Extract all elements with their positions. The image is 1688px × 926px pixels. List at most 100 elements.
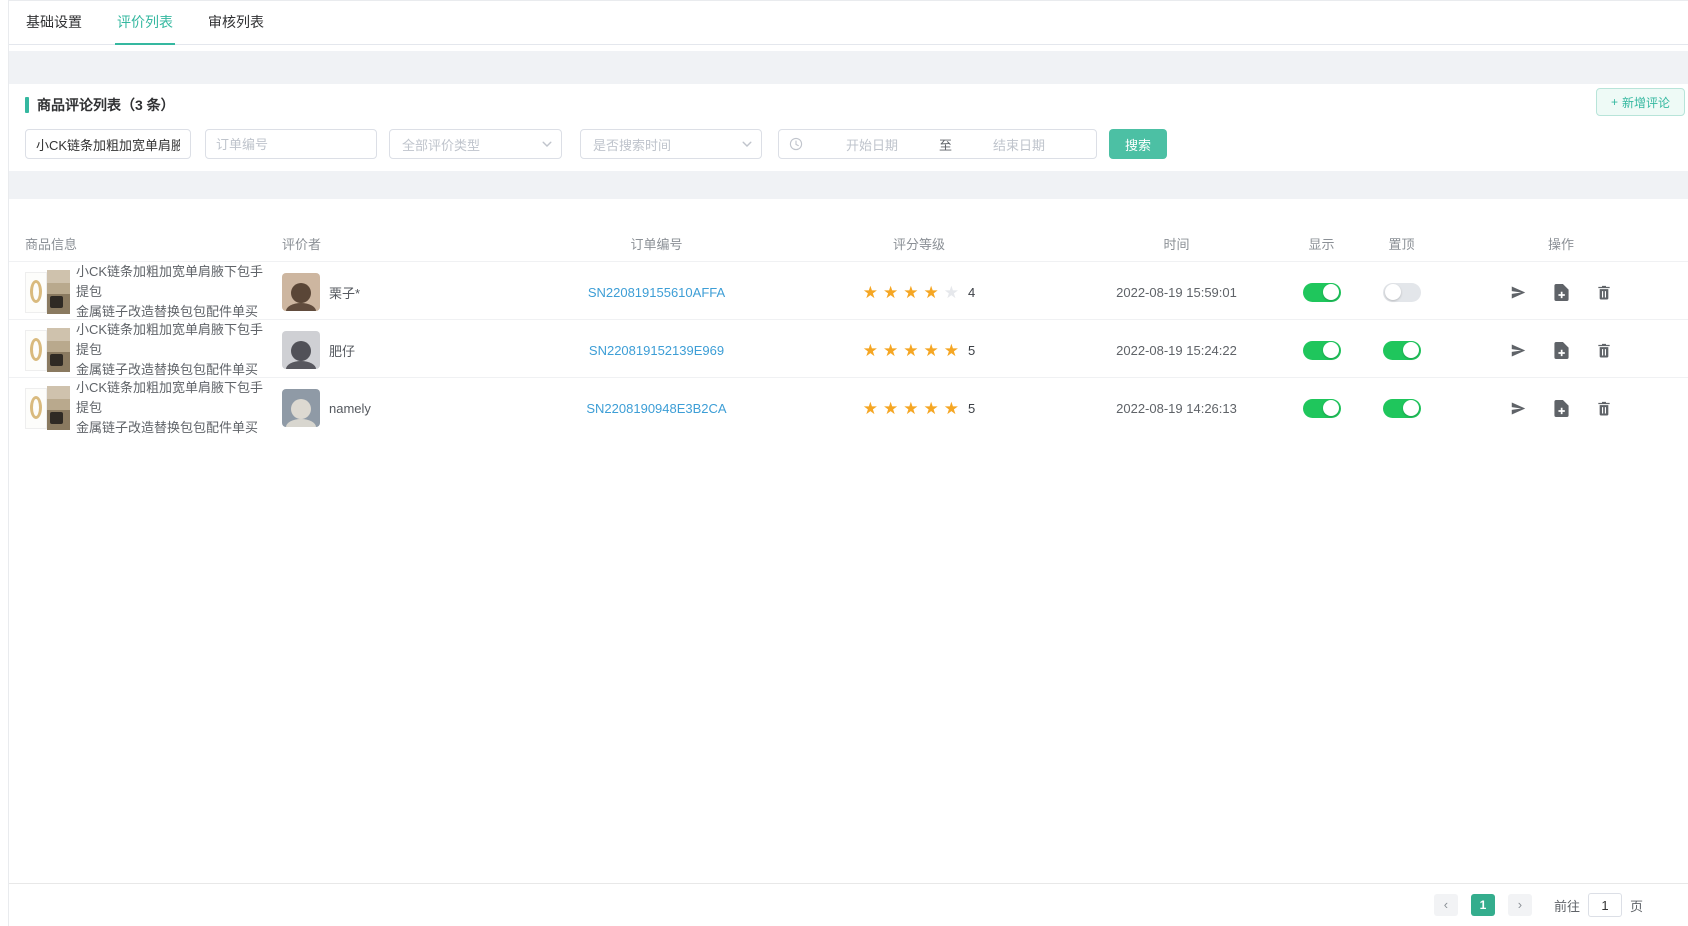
star-icon: ★: [883, 400, 898, 417]
paper-plane-icon: [1510, 400, 1527, 417]
pin-toggle[interactable]: [1383, 283, 1421, 302]
reviewer-name: 肥仔: [329, 341, 355, 360]
review-table: 商品信息 评价者 订单编号 评分等级 时间 显示 置顶 操作 小CK链条加粗加宽…: [9, 199, 1688, 883]
row-actions: [1510, 284, 1612, 301]
time-search-select[interactable]: 是否搜索时间: [580, 129, 762, 159]
show-toggle[interactable]: [1303, 341, 1341, 360]
review-type-select[interactable]: 全部评价类型: [389, 129, 562, 159]
table-header-row: 商品信息 评价者 订单编号 评分等级 时间 显示 置顶 操作: [9, 225, 1688, 261]
plus-icon: +: [1611, 95, 1618, 109]
tab-basic-settings[interactable]: 基础设置: [24, 12, 84, 44]
goto-page: 前往 页: [1554, 893, 1643, 917]
product-keyword-input[interactable]: [25, 129, 191, 159]
toggle-knob: [1403, 400, 1419, 416]
order-link[interactable]: SN220819152139E969: [589, 343, 724, 358]
rating-value: 4: [968, 285, 975, 300]
send-button[interactable]: [1510, 400, 1527, 417]
header-time: 时间: [1079, 234, 1274, 253]
order-no-input[interactable]: [205, 129, 377, 159]
prev-page-button[interactable]: ‹: [1434, 894, 1458, 916]
background-band: [9, 171, 1688, 199]
pin-toggle[interactable]: [1383, 341, 1421, 360]
product-image-chain: [25, 330, 47, 371]
show-toggle[interactable]: [1303, 283, 1341, 302]
pagination-bar: ‹ 1 › 前往 页: [9, 884, 1688, 926]
tab-review-list[interactable]: 评价列表: [115, 12, 175, 44]
star-rating: ★★★★★: [863, 400, 959, 417]
table-row: 小CK链条加粗加宽单肩腋下包手提包金属链子改造替换包包配件单买 namely S…: [9, 377, 1688, 435]
chevron-down-icon: [541, 138, 553, 150]
chevron-down-icon: [741, 138, 753, 150]
filter-row: 全部评价类型 是否搜索时间 开始日期 至 结束日期 搜索: [25, 129, 1672, 159]
date-range-input[interactable]: 开始日期 至 结束日期: [778, 129, 1097, 159]
reviewer-name: namely: [329, 401, 371, 416]
page-number-button[interactable]: 1: [1471, 894, 1495, 916]
avatar: [282, 331, 320, 369]
send-button[interactable]: [1510, 342, 1527, 359]
star-icon: ★: [903, 342, 918, 359]
reviewer-name: 栗子*: [329, 283, 360, 302]
show-toggle[interactable]: [1303, 399, 1341, 418]
tab-audit-list[interactable]: 审核列表: [206, 12, 266, 44]
toggle-knob: [1323, 284, 1339, 300]
star-icon: ★: [944, 284, 959, 301]
trash-icon: [1596, 284, 1612, 301]
order-link[interactable]: SN2208190948E3B2CA: [586, 401, 726, 416]
time-text: 2022-08-19 14:26:13: [1116, 401, 1237, 416]
row-actions: [1510, 342, 1612, 359]
rating-value: 5: [968, 343, 975, 358]
trash-icon: [1596, 400, 1612, 417]
add-file-button[interactable]: [1554, 284, 1569, 301]
search-button[interactable]: 搜索: [1109, 129, 1167, 159]
file-plus-icon: [1554, 400, 1569, 417]
panel-title: 商品评论列表（3 条）: [37, 95, 175, 115]
table-row: 小CK链条加粗加宽单肩腋下包手提包金属链子改造替换包包配件单买 栗子* SN22…: [9, 261, 1688, 319]
star-rating: ★★★★★: [863, 284, 959, 301]
goto-page-input[interactable]: [1588, 893, 1622, 917]
trash-icon: [1596, 342, 1612, 359]
pin-toggle[interactable]: [1383, 399, 1421, 418]
tab-bar: 基础设置 评价列表 审核列表: [9, 1, 1688, 45]
product-image-chain: [25, 388, 47, 429]
send-button[interactable]: [1510, 284, 1527, 301]
clock-icon: [789, 137, 803, 151]
time-search-value: 是否搜索时间: [593, 135, 671, 154]
comment-list-panel: 商品评论列表（3 条） + 新增评论 全部评价类型 是否搜索时间: [9, 84, 1688, 171]
add-file-button[interactable]: [1554, 342, 1569, 359]
header-reviewer: 评价者: [274, 234, 554, 253]
product-image-chain: [25, 272, 47, 313]
pagination: ‹ 1 › 前往 页: [1434, 893, 1643, 917]
page: 基础设置 评价列表 审核列表 商品评论列表（3 条） + 新增评论 全部评价类型: [0, 0, 1688, 926]
toggle-knob: [1385, 284, 1401, 300]
star-icon: ★: [944, 400, 959, 417]
star-icon: ★: [903, 400, 918, 417]
delete-button[interactable]: [1596, 400, 1612, 417]
toggle-knob: [1323, 400, 1339, 416]
header-order-no: 订单编号: [554, 234, 759, 253]
goto-unit-label: 页: [1630, 896, 1643, 915]
star-icon: ★: [903, 284, 918, 301]
goto-label: 前往: [1554, 896, 1580, 915]
add-comment-label: 新增评论: [1622, 94, 1670, 111]
delete-button[interactable]: [1596, 284, 1612, 301]
table-row: 小CK链条加粗加宽单肩腋下包手提包金属链子改造替换包包配件单买 肥仔 SN220…: [9, 319, 1688, 377]
title-accent-bar: [25, 97, 29, 113]
review-type-value: 全部评价类型: [402, 135, 480, 154]
header-pin: 置顶: [1369, 234, 1434, 253]
time-text: 2022-08-19 15:24:22: [1116, 343, 1237, 358]
file-plus-icon: [1554, 284, 1569, 301]
order-link[interactable]: SN220819155610AFFA: [588, 285, 725, 300]
delete-button[interactable]: [1596, 342, 1612, 359]
product-image-bag: [47, 386, 70, 430]
file-plus-icon: [1554, 342, 1569, 359]
star-rating: ★★★★★: [863, 342, 959, 359]
panel-header: 商品评论列表（3 条）: [25, 94, 1672, 116]
star-icon: ★: [924, 342, 939, 359]
content-panel: 基础设置 评价列表 审核列表 商品评论列表（3 条） + 新增评论 全部评价类型: [8, 0, 1688, 926]
next-page-button[interactable]: ›: [1508, 894, 1532, 916]
star-icon: ★: [883, 284, 898, 301]
table-body: 小CK链条加粗加宽单肩腋下包手提包金属链子改造替换包包配件单买 栗子* SN22…: [9, 261, 1688, 435]
add-comment-button[interactable]: + 新增评论: [1596, 88, 1685, 116]
add-file-button[interactable]: [1554, 400, 1569, 417]
product-images: [25, 386, 70, 430]
